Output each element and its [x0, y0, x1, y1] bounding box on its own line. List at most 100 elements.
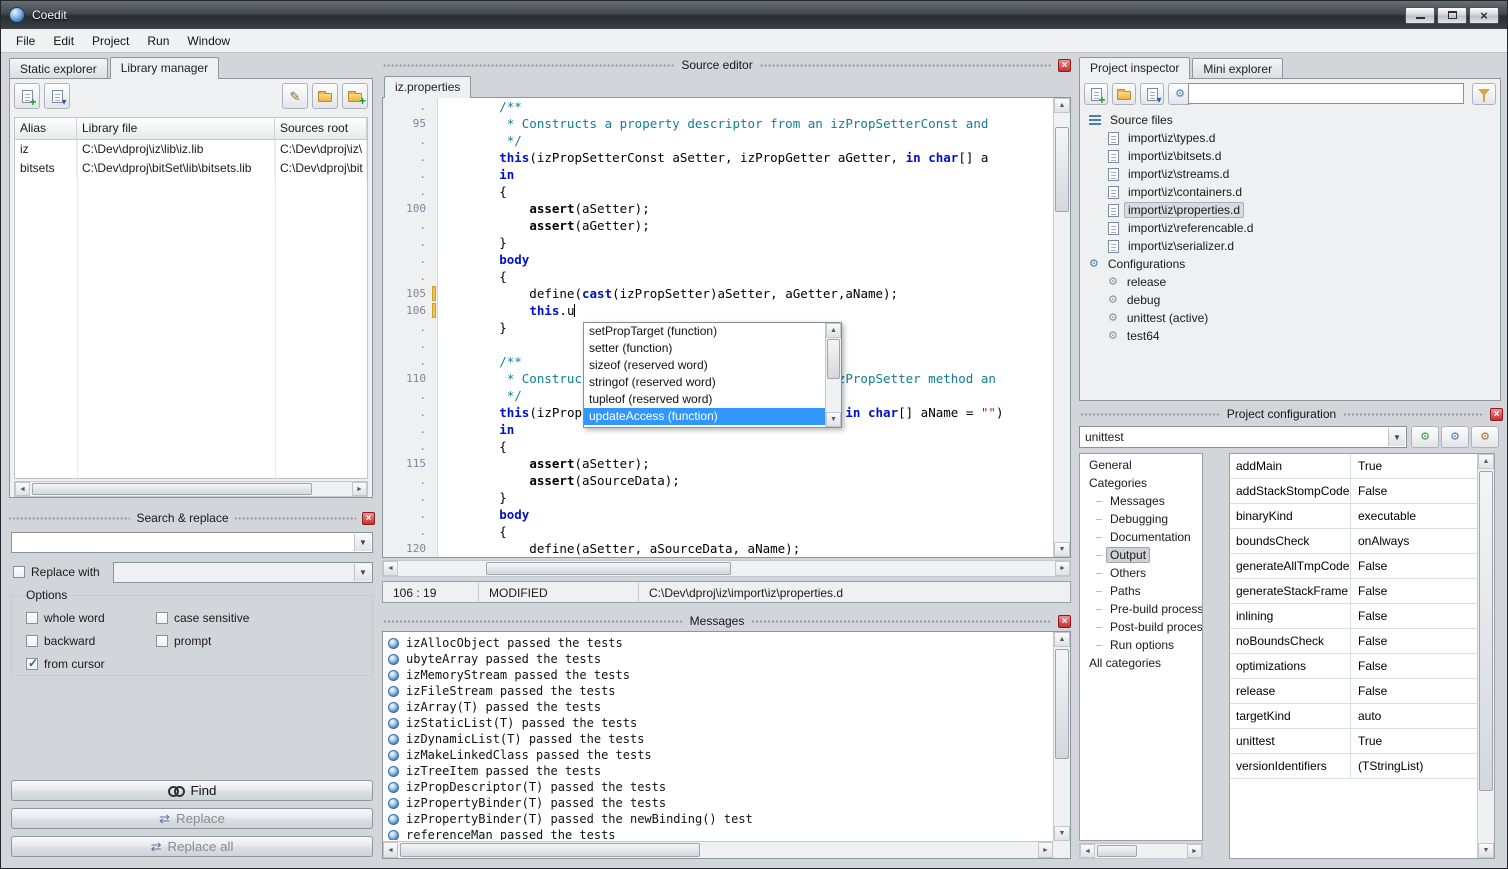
message-item[interactable]: referenceMan passed the tests — [386, 827, 1052, 840]
close-messages-panel-button[interactable]: × — [1058, 615, 1071, 628]
completion-item-setter-function[interactable]: setter (function) — [584, 340, 825, 357]
property-row-noboundscheck[interactable]: noBoundsCheckFalse — [1230, 629, 1477, 654]
tree-filter-input[interactable] — [1188, 83, 1464, 104]
find-button[interactable]: Find — [11, 780, 373, 801]
register-library-button[interactable] — [44, 83, 70, 109]
editor-vertical-scrollbar[interactable]: ▲ ▼ — [1053, 98, 1070, 557]
tree-node-configurations[interactable]: ⚙Configurations — [1083, 255, 1497, 273]
scroll-up-button[interactable]: ▲ — [1478, 454, 1494, 469]
scroll-track[interactable] — [1478, 469, 1494, 843]
scroll-down-button[interactable]: ▼ — [1054, 542, 1070, 557]
tab-project-inspector[interactable]: Project inspector — [1079, 57, 1190, 79]
chevron-down-icon[interactable]: ▼ — [354, 564, 371, 581]
message-item[interactable]: izStaticList(T) passed the tests — [386, 715, 1052, 731]
open-library-folder-button[interactable] — [312, 83, 338, 109]
property-row-release[interactable]: releaseFalse — [1230, 679, 1477, 704]
property-row-optimizations[interactable]: optimizationsFalse — [1230, 654, 1477, 679]
tree-file-import-iz-serializer-d[interactable]: import\iz\serializer.d — [1083, 237, 1497, 255]
message-item[interactable]: izAllocObject passed the tests — [386, 635, 1052, 651]
close-button[interactable]: × — [1469, 7, 1499, 24]
scroll-thumb[interactable] — [400, 843, 700, 857]
category-others[interactable]: Others — [1080, 564, 1202, 582]
close-search-panel-button[interactable]: × — [362, 512, 375, 525]
scroll-down-button[interactable]: ▼ — [1054, 826, 1070, 841]
message-item[interactable]: izDynamicList(T) passed the tests — [386, 731, 1052, 747]
property-grid-scrollbar[interactable]: ▲ ▼ — [1477, 454, 1494, 858]
scroll-down-button[interactable]: ▼ — [1478, 843, 1494, 858]
scroll-left-button[interactable]: ◄ — [383, 561, 398, 576]
checkbox-box[interactable] — [156, 612, 168, 624]
edit-alias-button[interactable]: ✎ — [282, 83, 308, 109]
clear-filter-button[interactable] — [1472, 83, 1496, 105]
tree-config-release[interactable]: ⚙release — [1083, 273, 1497, 291]
category-post-build-process[interactable]: Post-build process — [1080, 618, 1202, 636]
property-row-inlining[interactable]: inliningFalse — [1230, 604, 1477, 629]
property-row-binarykind[interactable]: binaryKindexecutable — [1230, 504, 1477, 529]
property-row-targetkind[interactable]: targetKindauto — [1230, 704, 1477, 729]
tab-mini-explorer[interactable]: Mini explorer — [1192, 58, 1283, 79]
category-general[interactable]: General — [1080, 456, 1202, 474]
add-configuration-button[interactable]: ⚙ — [1411, 426, 1439, 448]
category-messages[interactable]: Messages — [1080, 492, 1202, 510]
replace-term-combo[interactable]: ▼ — [113, 562, 373, 583]
add-library-folder-button[interactable] — [342, 83, 368, 109]
message-item[interactable]: izPropertyBinder(T) passed the newBindin… — [386, 811, 1052, 827]
chevron-down-icon[interactable]: ▼ — [354, 534, 371, 551]
menu-file[interactable]: File — [7, 31, 44, 51]
tree-node-source-files[interactable]: Source files — [1083, 111, 1497, 129]
clone-configuration-button[interactable]: ⚙ — [1441, 426, 1469, 448]
category-debugging[interactable]: Debugging — [1080, 510, 1202, 528]
message-item[interactable]: izMakeLinkedClass passed the tests — [386, 747, 1052, 763]
tree-config-unittest-active[interactable]: ⚙unittest (active) — [1083, 309, 1497, 327]
tab-library-manager[interactable]: Library manager — [110, 57, 219, 79]
property-rows[interactable]: addMainTrueaddStackStompCodeFalsebinaryK… — [1230, 454, 1477, 858]
option-prompt[interactable]: prompt — [156, 634, 364, 648]
messages-vertical-scrollbar[interactable]: ▲ ▼ — [1053, 632, 1070, 841]
close-editor-panel-button[interactable]: × — [1058, 59, 1071, 72]
option-backward[interactable]: backward — [26, 634, 156, 648]
messages-horizontal-scrollbar[interactable]: ◄ ► — [383, 841, 1053, 858]
scroll-thumb[interactable] — [486, 562, 731, 575]
scroll-track[interactable] — [826, 338, 841, 412]
property-row-generatestackframe[interactable]: generateStackFrameFalse — [1230, 579, 1477, 604]
option-from-cursor[interactable]: from cursor — [26, 657, 156, 671]
scroll-right-button[interactable]: ► — [1055, 561, 1070, 576]
checkbox-box[interactable] — [26, 658, 38, 670]
message-item[interactable]: izTreeItem passed the tests — [386, 763, 1052, 779]
category-categories[interactable]: Categories — [1080, 474, 1202, 492]
category-paths[interactable]: Paths — [1080, 582, 1202, 600]
replace-all-button[interactable]: ⇄Replace all — [11, 836, 373, 857]
scroll-up-button[interactable]: ▲ — [826, 323, 841, 338]
scroll-up-button[interactable]: ▲ — [1054, 632, 1070, 647]
table-row[interactable]: bitsetsC:\Dev\dproj\bitSet\lib\bitsets.l… — [15, 159, 367, 178]
project-tree[interactable]: Source filesimport\iz\types.dimport\iz\b… — [1083, 111, 1497, 397]
scroll-thumb[interactable] — [1097, 845, 1137, 857]
menu-run[interactable]: Run — [138, 31, 178, 51]
remove-configuration-button[interactable]: ⚙ — [1471, 426, 1499, 448]
message-item[interactable]: ubyteArray passed the tests — [386, 651, 1052, 667]
scroll-down-button[interactable]: ▼ — [826, 412, 841, 427]
minimize-button[interactable] — [1405, 7, 1435, 24]
menu-window[interactable]: Window — [178, 31, 239, 51]
scroll-track[interactable] — [398, 561, 1055, 576]
tree-file-import-iz-bitsets-d[interactable]: import\iz\bitsets.d — [1083, 147, 1497, 165]
chevron-down-icon[interactable]: ▼ — [1388, 428, 1405, 446]
title-bar[interactable]: Coedit × — [1, 1, 1507, 29]
category-all-categories[interactable]: All categories — [1080, 654, 1202, 672]
add-library-button[interactable] — [14, 83, 40, 109]
scroll-right-button[interactable]: ► — [1038, 842, 1053, 858]
tab-iz-properties[interactable]: iz.properties — [384, 76, 471, 98]
configuration-categories[interactable]: GeneralCategoriesMessagesDebuggingDocume… — [1079, 453, 1203, 841]
add-source-button[interactable] — [1084, 83, 1108, 105]
message-item[interactable]: izPropertyBinder(T) passed the tests — [386, 795, 1052, 811]
editor-horizontal-scrollbar[interactable]: ◄ ► — [382, 560, 1071, 577]
tree-file-import-iz-properties-d[interactable]: import\iz\properties.d — [1083, 201, 1497, 219]
category-run-options[interactable]: Run options — [1080, 636, 1202, 654]
category-pre-build-process[interactable]: Pre-build process — [1080, 600, 1202, 618]
completion-scrollbar[interactable]: ▲ ▼ — [825, 323, 841, 427]
scroll-right-button[interactable]: ► — [1187, 844, 1202, 858]
open-folder-button[interactable] — [1112, 83, 1136, 105]
menu-edit[interactable]: Edit — [44, 31, 83, 51]
scroll-right-button[interactable]: ► — [352, 482, 367, 496]
column-header-sources-root[interactable]: Sources root — [275, 118, 367, 139]
